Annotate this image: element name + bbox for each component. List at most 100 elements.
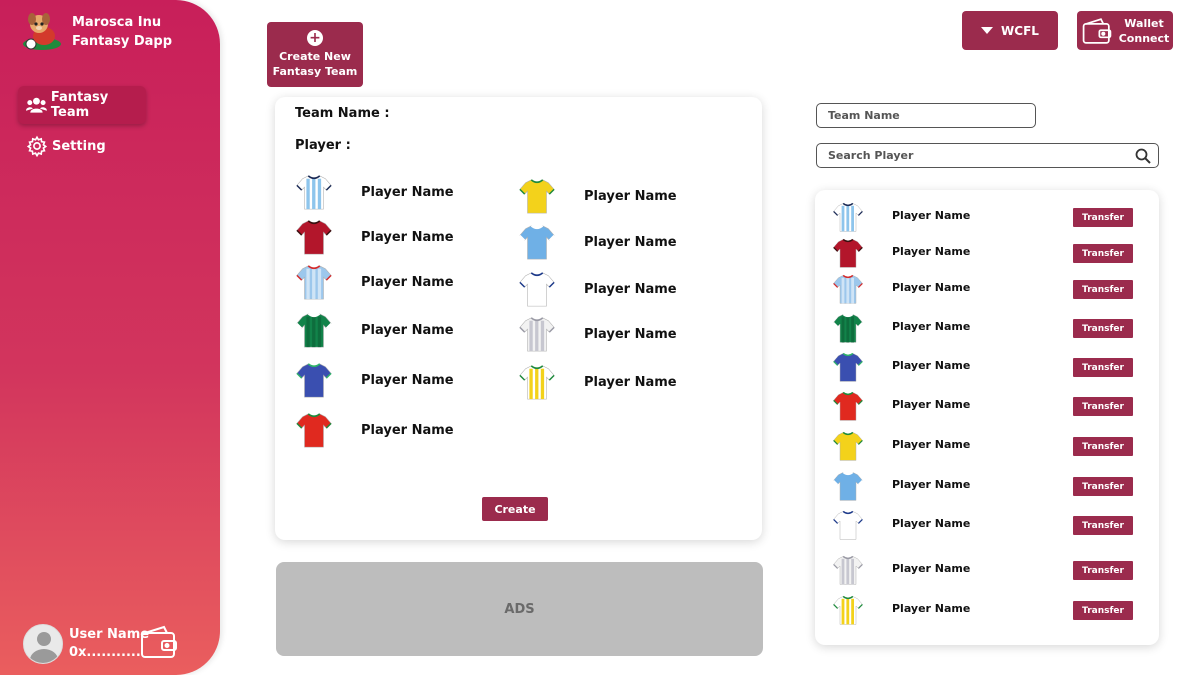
jersey-icon [519, 179, 555, 214]
transfer-button[interactable]: Transfer [1073, 208, 1133, 227]
player-name: Player Name [892, 517, 971, 530]
jersey-icon [833, 238, 863, 268]
jersey-icon [833, 555, 863, 585]
wallet-line2: Connect [1118, 31, 1170, 45]
jersey-icon [296, 265, 332, 300]
jersey-icon [519, 317, 555, 352]
search-player-input[interactable]: Search Player [816, 143, 1159, 168]
transfer-button[interactable]: Transfer [1073, 561, 1133, 580]
list-item: Player Name Transfer [815, 271, 1159, 307]
user-address: 0x........... [69, 645, 141, 660]
brand-name-line1: Marosca Inu [72, 15, 162, 30]
token-dropdown[interactable]: WCFL [962, 11, 1058, 50]
wallet-line1: Wallet [1124, 16, 1164, 30]
team-name-input[interactable]: Team Name [816, 103, 1036, 128]
wallet-icon [1082, 17, 1112, 44]
transfer-button[interactable]: Transfer [1073, 319, 1133, 338]
player-name: Player Name [584, 374, 677, 390]
player-name: Player Name [892, 562, 971, 575]
player-name: Player Name [892, 209, 971, 222]
sidebar-item-fantasy-team[interactable]: Fantasy Team [18, 86, 146, 124]
jersey-icon [296, 220, 332, 255]
list-item: Player Name Transfer [815, 349, 1159, 385]
team-builder-card: Team Name : Player : Player Name Player N… [275, 97, 762, 540]
mascot-logo-icon [23, 13, 61, 50]
jersey-icon [519, 272, 555, 307]
list-item: Player Name Transfer [815, 235, 1159, 271]
team-player-slot[interactable]: Player Name [518, 363, 677, 401]
transfer-button[interactable]: Transfer [1073, 477, 1133, 496]
jersey-icon [833, 391, 863, 421]
jersey-icon [833, 431, 863, 461]
sidebar-item-label: Fantasy Team [50, 90, 109, 120]
player-name: Player Name [892, 478, 971, 491]
transfer-button[interactable]: Transfer [1073, 358, 1133, 377]
player-name: Player Name [361, 372, 454, 388]
sidebar-item-setting[interactable]: Setting [18, 127, 146, 165]
player-name: Player Name [892, 281, 971, 294]
team-player-slot[interactable]: Player Name [518, 270, 677, 308]
create-button[interactable]: Create [482, 497, 548, 521]
transfer-button[interactable]: Transfer [1073, 516, 1133, 535]
create-new-team-button[interactable]: + Create New Fantasy Team [267, 22, 363, 87]
team-player-slot[interactable]: Player Name [295, 173, 454, 211]
team-player-slot[interactable]: Player Name [518, 315, 677, 353]
player-name: Player Name [361, 229, 454, 245]
team-player-slot[interactable]: Player Name [295, 311, 454, 349]
player-name: Player Name [892, 438, 971, 451]
jersey-icon [296, 175, 332, 210]
player-name: Player Name [892, 602, 971, 615]
transfer-button[interactable]: Transfer [1073, 397, 1133, 416]
team-player-slot[interactable]: Player Name [518, 177, 677, 215]
player-name: Player Name [361, 184, 454, 200]
jersey-icon [519, 365, 555, 400]
app-root: Marosca Inu Fantasy Dapp Fantasy Team Se… [0, 0, 1200, 675]
transfer-button[interactable]: Transfer [1073, 437, 1133, 456]
token-label: WCFL [1001, 23, 1039, 38]
team-player-slot[interactable]: Player Name [295, 218, 454, 256]
gear-icon [26, 135, 48, 157]
team-player-slot[interactable]: Player Name [295, 361, 454, 399]
player-name: Player Name [361, 322, 454, 338]
list-item: Player Name Transfer [815, 507, 1159, 543]
team-name-label: Team Name : [295, 106, 390, 121]
player-label: Player : [295, 138, 351, 153]
brand[interactable]: Marosca Inu Fantasy Dapp [22, 12, 172, 52]
plus-icon: + [307, 30, 323, 46]
wallet-connect-button[interactable]: Wallet Connect [1077, 11, 1173, 50]
jersey-icon [833, 595, 863, 625]
jersey-icon [833, 274, 863, 304]
jersey-icon [833, 510, 863, 540]
team-player-slot[interactable]: Player Name [295, 411, 454, 449]
jersey-icon [296, 363, 332, 398]
list-item: Player Name Transfer [815, 428, 1159, 464]
player-name: Player Name [584, 234, 677, 250]
player-name: Player Name [892, 359, 971, 372]
avatar [23, 624, 63, 664]
player-name: Player Name [892, 398, 971, 411]
list-item: Player Name Transfer [815, 310, 1159, 346]
player-list-card: Player Name Transfer Player Name Transfer Pl… [815, 190, 1159, 645]
team-player-slot[interactable]: Player Name [295, 263, 454, 301]
team-player-slot[interactable]: Player Name [518, 223, 677, 261]
user-profile[interactable]: User Name 0x........... [23, 624, 149, 664]
wallet-icon[interactable] [140, 625, 178, 659]
search-icon[interactable] [1135, 148, 1151, 164]
jersey-icon [833, 471, 863, 501]
transfer-button[interactable]: Transfer [1073, 280, 1133, 299]
create-new-line2: Fantasy Team [272, 65, 358, 78]
jersey-icon [519, 225, 555, 260]
player-name: Player Name [361, 422, 454, 438]
sidebar: Marosca Inu Fantasy Dapp Fantasy Team Se… [0, 0, 220, 675]
player-name: Player Name [584, 188, 677, 204]
user-name: User Name [69, 627, 150, 642]
jersey-icon [296, 313, 332, 348]
ads-banner[interactable]: ADS [276, 562, 763, 656]
transfer-button[interactable]: Transfer [1073, 244, 1133, 263]
jersey-icon [833, 352, 863, 382]
users-icon [26, 97, 47, 113]
transfer-button[interactable]: Transfer [1073, 601, 1133, 620]
jersey-icon [833, 313, 863, 343]
brand-name-line2: Fantasy Dapp [72, 34, 173, 49]
triangle-down-icon [981, 27, 994, 34]
